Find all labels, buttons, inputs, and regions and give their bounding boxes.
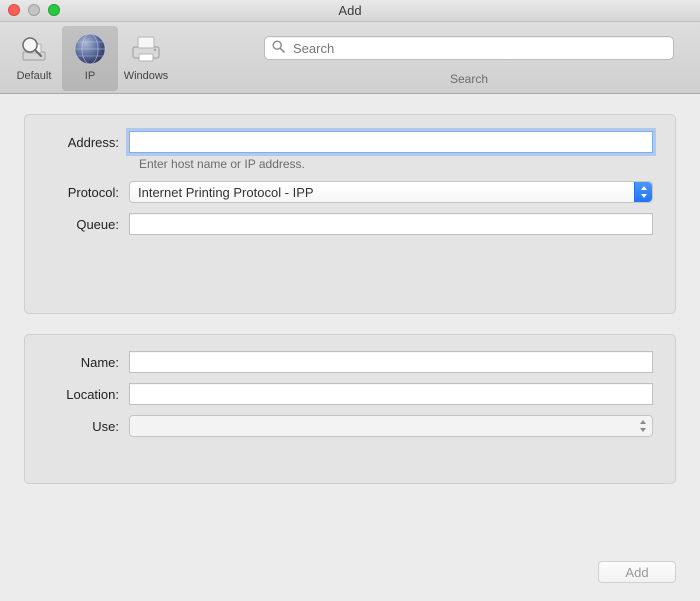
location-input[interactable] [129, 383, 653, 405]
toolbar-tab-default-label: Default [17, 70, 52, 82]
toolbar-tab-default[interactable]: Default [6, 26, 62, 91]
toolbar-tab-ip[interactable]: IP [62, 26, 118, 91]
printer-icon [128, 30, 164, 68]
row-location: Location: [47, 383, 653, 405]
magnifier-printer-icon [17, 30, 51, 68]
queue-label: Queue: [47, 217, 129, 232]
footer: Add [24, 549, 676, 583]
minimize-icon[interactable] [28, 4, 40, 16]
details-group: Name: Location: Use: [24, 334, 676, 484]
row-address: Address: [47, 131, 653, 153]
toolbar-tab-windows-label: Windows [124, 70, 169, 82]
search-input[interactable] [264, 36, 674, 60]
name-input[interactable] [129, 351, 653, 373]
row-use: Use: [47, 415, 653, 437]
zoom-icon[interactable] [48, 4, 60, 16]
protocol-label: Protocol: [47, 185, 129, 200]
add-button-label: Add [625, 565, 648, 580]
address-input[interactable] [129, 131, 653, 153]
address-hint: Enter host name or IP address. [139, 157, 653, 171]
toolbar: Default [0, 22, 700, 94]
toolbar-tab-ip-label: IP [85, 70, 95, 82]
location-label: Location: [47, 387, 129, 402]
use-label: Use: [47, 419, 129, 434]
queue-input[interactable] [129, 213, 653, 235]
titlebar: Add [0, 0, 700, 22]
close-icon[interactable] [8, 4, 20, 16]
toolbar-search-area: Search [174, 26, 694, 91]
row-protocol: Protocol: Internet Printing Protocol - I… [47, 181, 653, 203]
use-popup[interactable] [129, 415, 653, 437]
chevron-updown-icon [634, 182, 652, 202]
toolbar-tabs: Default [6, 26, 174, 91]
address-label: Address: [47, 135, 129, 150]
protocol-value: Internet Printing Protocol - IPP [138, 185, 314, 200]
protocol-popup[interactable]: Internet Printing Protocol - IPP [129, 181, 653, 203]
connection-group: Address: Enter host name or IP address. … [24, 114, 676, 314]
search-field-wrap [264, 36, 674, 60]
name-label: Name: [47, 355, 129, 370]
add-button[interactable]: Add [598, 561, 676, 583]
toolbar-tab-windows[interactable]: Windows [118, 26, 174, 91]
toolbar-search-caption: Search [450, 72, 488, 86]
globe-icon [72, 30, 108, 68]
window-title: Add [338, 3, 361, 18]
chevron-updown-icon [634, 416, 652, 436]
window-controls [8, 4, 60, 16]
search-icon [272, 40, 285, 56]
row-name: Name: [47, 351, 653, 373]
row-queue: Queue: [47, 213, 653, 235]
content: Address: Enter host name or IP address. … [0, 94, 700, 601]
